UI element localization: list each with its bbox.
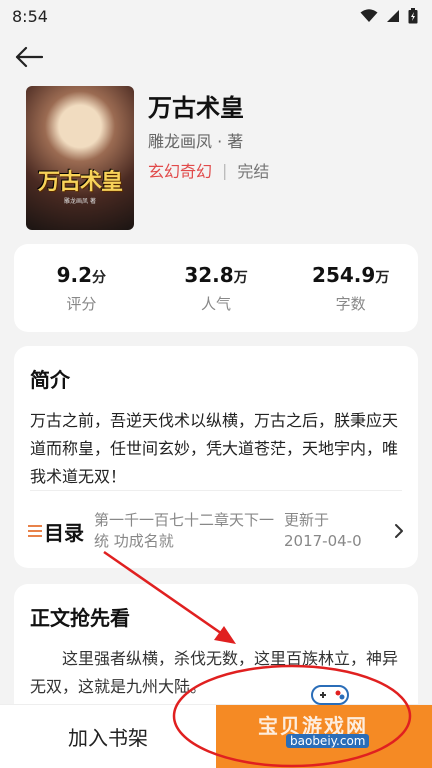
- stat-unit: 万: [375, 269, 390, 286]
- stat-value: 9.2: [56, 262, 93, 287]
- back-button[interactable]: [12, 40, 46, 74]
- stat-label: 评分: [66, 294, 97, 313]
- chevron-right-icon: [395, 524, 403, 538]
- stat-value: 32.8: [184, 262, 234, 287]
- stat-popularity: 32.8万 人气: [149, 244, 284, 332]
- latest-chapter: 第一千一百七十二章天下一统 功成名就: [94, 511, 275, 550]
- stat-unit: 万: [233, 269, 248, 286]
- intro-text[interactable]: 万古之前，吾逆天伐术以纵横，万古之后，朕秉应天道而称皇，任世间玄妙，凭大道苍茫，…: [30, 407, 402, 491]
- stat-unit: 分: [92, 269, 107, 286]
- list-icon: [28, 525, 42, 537]
- book-title: 万古术皇: [148, 94, 244, 122]
- status-time: 8:54: [12, 6, 48, 26]
- read-now-button[interactable]: [216, 705, 432, 768]
- stat-word-count: 254.9万 字数: [283, 244, 418, 332]
- wifi-icon: [360, 9, 378, 22]
- stats-card: 9.2分 评分 32.8万 人气 254.9万 字数: [14, 244, 418, 332]
- book-cover[interactable]: 万古术皇 雕龙画凤 著: [26, 86, 134, 230]
- status-icons: [360, 8, 418, 24]
- signal-icon: [387, 10, 399, 22]
- toc-label: 目录: [44, 520, 84, 545]
- intro-card: 简介 万古之前，吾逆天伐术以纵横，万古之后，朕秉应天道而称皇，任世间玄妙，凭大道…: [14, 346, 418, 568]
- stat-label: 人气: [201, 294, 232, 313]
- meta-separator: |: [222, 160, 228, 180]
- update-date: 更新于 2017-04-0: [284, 511, 362, 550]
- completion-status: 完结: [237, 162, 270, 181]
- status-bar: 8:54: [0, 0, 432, 32]
- preview-title: 正文抢先看: [30, 606, 130, 630]
- divider: [30, 490, 402, 491]
- bottom-bar: 加入书架: [0, 704, 432, 768]
- intro-title: 简介: [30, 368, 70, 392]
- stat-label: 字数: [335, 294, 366, 313]
- book-meta: 玄幻奇幻 | 完结: [148, 158, 269, 182]
- book-author[interactable]: 雕龙画凤 · 著: [148, 128, 243, 152]
- stat-rating: 9.2分 评分: [14, 244, 149, 332]
- preview-text[interactable]: 这里强者纵横，杀伐无数，这里百族林立，神异无双，这就是九州大陆。: [30, 645, 402, 701]
- add-to-shelf-button[interactable]: 加入书架: [0, 705, 216, 768]
- genre-tag[interactable]: 玄幻奇幻: [148, 158, 212, 182]
- battery-icon: [408, 8, 418, 24]
- table-of-contents-row[interactable]: 目录 第一千一百七十二章天下一统 功成名就 更新于 2017-04-0: [28, 508, 404, 554]
- cover-subtitle: 雕龙画凤 著: [64, 198, 96, 205]
- cover-title: 万古术皇: [37, 169, 123, 195]
- stat-value: 254.9: [312, 262, 376, 287]
- arrow-left-icon: [15, 46, 43, 68]
